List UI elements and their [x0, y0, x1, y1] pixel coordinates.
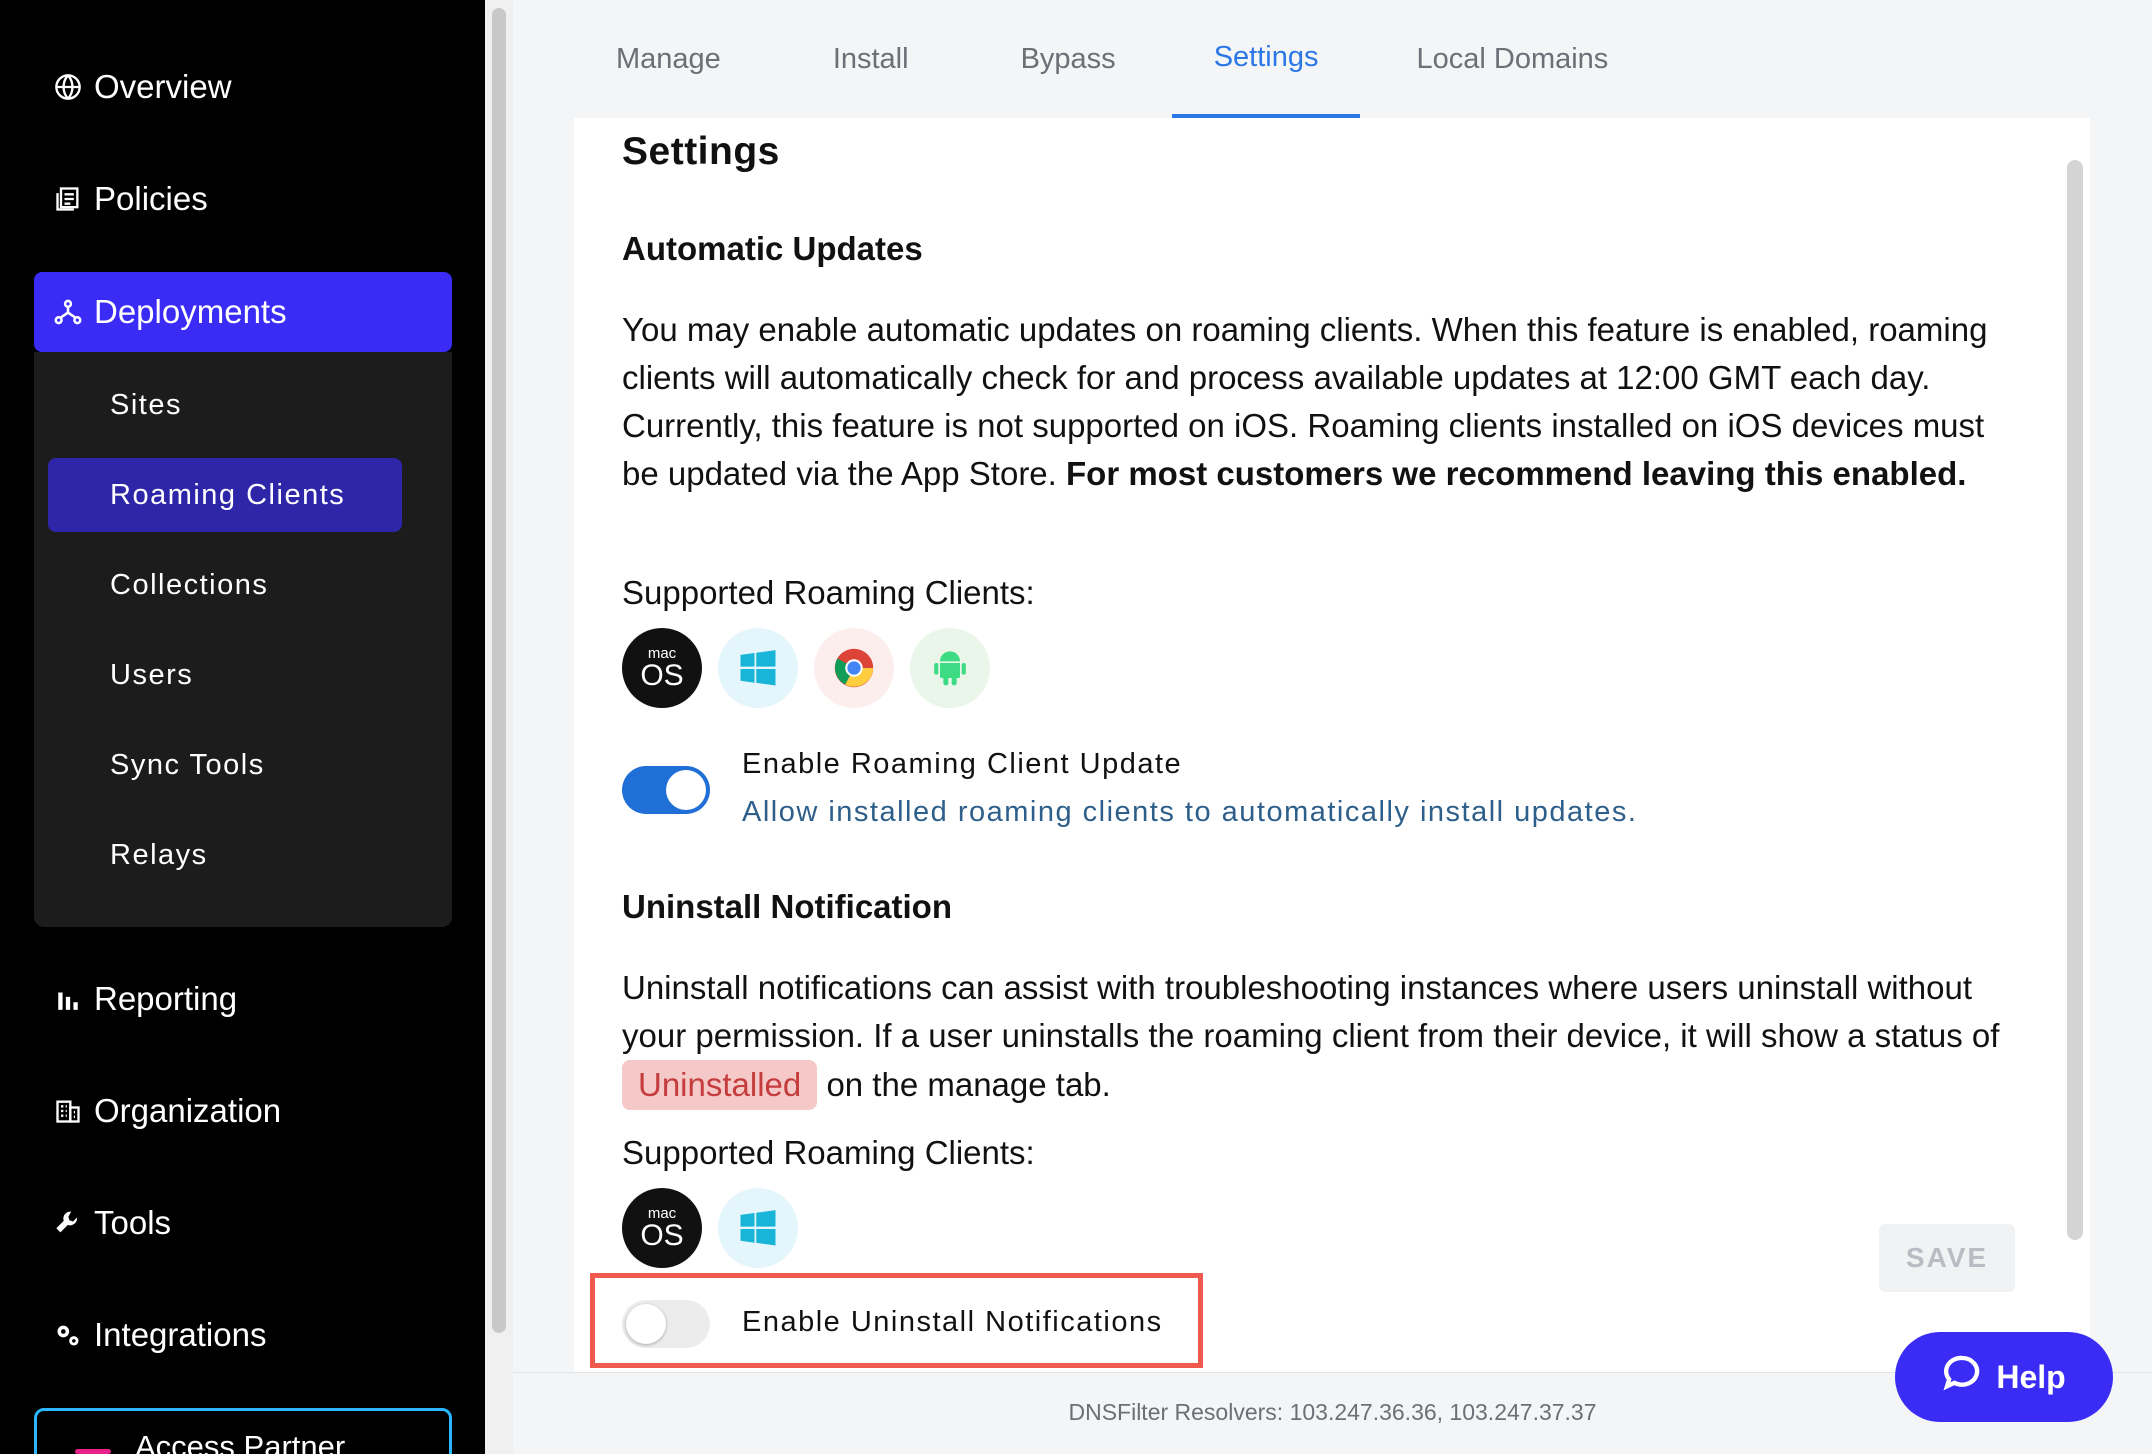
sidebar-scrollbar[interactable] — [485, 0, 513, 1454]
sidebar-scroll-thumb[interactable] — [492, 8, 506, 1333]
tab-manage[interactable]: Manage — [560, 0, 777, 118]
auto-updates-description: You may enable automatic updates on roam… — [622, 306, 2002, 498]
tab-label: Manage — [616, 42, 721, 75]
tab-label: Install — [832, 42, 909, 75]
wrench-icon — [52, 1207, 84, 1239]
uninstall-supported-icons: mac OS — [622, 1188, 798, 1268]
tab-settings[interactable]: Settings — [1171, 0, 1361, 118]
main-scrollbar[interactable] — [2067, 160, 2083, 1240]
tab-install[interactable]: Install — [777, 0, 965, 118]
globe-icon — [52, 71, 84, 103]
supported-clients-label: Supported Roaming Clients: — [622, 574, 1035, 611]
nav-label: Reporting — [94, 980, 238, 1017]
sub-item-roaming-clients[interactable]: Roaming Clients — [48, 458, 402, 532]
building-icon — [52, 1095, 84, 1127]
sub-item-sites[interactable]: Sites — [48, 368, 402, 442]
macos-icon-bottom: OS — [640, 658, 684, 692]
page-title: Settings — [622, 130, 780, 173]
nav-label: Overview — [94, 68, 232, 105]
roaming-update-title: Enable Roaming Client Update — [742, 748, 1183, 780]
nav-label: Deployments — [94, 293, 287, 330]
windows-icon — [718, 628, 798, 708]
toggle-knob — [666, 770, 706, 810]
sub-item-label: Sync Tools — [110, 748, 265, 781]
nav-policies[interactable]: Policies — [34, 159, 452, 239]
sub-item-label: Relays — [110, 838, 208, 871]
access-partner-button[interactable]: Access Partner — [34, 1408, 452, 1454]
tab-bypass[interactable]: Bypass — [965, 0, 1172, 118]
uninstall-text-after: on the manage tab. — [826, 1066, 1111, 1103]
save-button[interactable]: SAVE — [1879, 1224, 2015, 1292]
settings-card: Settings Automatic Updates You may enabl… — [574, 118, 2090, 1373]
help-label: Help — [1996, 1358, 2066, 1395]
nav-integrations[interactable]: Integrations — [34, 1295, 452, 1375]
macos-icon-bottom: OS — [640, 1218, 684, 1252]
roaming-update-description: Allow installed roaming clients to autom… — [742, 796, 1638, 828]
nav-organization[interactable]: Organization — [34, 1071, 452, 1151]
sub-item-users[interactable]: Users — [48, 638, 402, 712]
uninstalled-badge: Uninstalled — [622, 1060, 818, 1110]
auto-updates-heading: Automatic Updates — [622, 230, 923, 267]
sub-item-label: Roaming Clients — [110, 478, 346, 511]
chat-bubble-icon — [1942, 1353, 1982, 1401]
tab-label: Local Domains — [1416, 42, 1609, 75]
help-button[interactable]: Help — [1895, 1332, 2113, 1422]
sub-item-label: Sites — [110, 388, 182, 421]
supported-clients-label: Supported Roaming Clients: — [622, 1134, 1035, 1171]
nav-reporting[interactable]: Reporting — [34, 959, 452, 1039]
nav-label: Organization — [94, 1092, 282, 1129]
nav-tools[interactable]: Tools — [34, 1183, 452, 1263]
nav-label: Policies — [94, 180, 208, 217]
tab-bar: Manage Install Bypass Settings Local Dom… — [560, 0, 1664, 120]
sub-item-label: Collections — [110, 568, 269, 601]
sub-item-relays[interactable]: Relays — [48, 818, 402, 892]
tab-label: Settings — [1213, 40, 1319, 73]
bar-chart-icon — [52, 983, 84, 1015]
minus-icon — [75, 1449, 111, 1454]
nav-label: Integrations — [94, 1316, 267, 1353]
roaming-update-toggle[interactable] — [622, 766, 710, 814]
sidebar: Overview Policies Deployments Sites Roam… — [0, 0, 485, 1454]
uninstall-heading: Uninstall Notification — [622, 888, 952, 925]
nav-deployments[interactable]: Deployments — [34, 272, 452, 352]
highlight-box — [590, 1273, 1203, 1368]
partner-label: Access Partner — [135, 1429, 346, 1454]
uninstall-text-before: Uninstall notifications can assist with … — [622, 969, 2000, 1054]
gears-icon — [52, 1319, 84, 1351]
document-icon — [52, 183, 84, 215]
sub-item-sync-tools[interactable]: Sync Tools — [48, 728, 402, 802]
supported-clients-icons: mac OS — [622, 628, 990, 708]
macos-icon: mac OS — [622, 628, 702, 708]
macos-icon: mac OS — [622, 1188, 702, 1268]
network-icon — [52, 296, 84, 328]
nav-overview[interactable]: Overview — [34, 47, 452, 127]
sub-item-collections[interactable]: Collections — [48, 548, 402, 622]
tab-label: Bypass — [1020, 42, 1116, 75]
deployments-subnav: Sites Roaming Clients Collections Users … — [34, 352, 452, 927]
android-icon — [910, 628, 990, 708]
sub-item-label: Users — [110, 658, 194, 691]
windows-icon — [718, 1188, 798, 1268]
chrome-icon — [814, 628, 894, 708]
nav-label: Tools — [94, 1204, 172, 1241]
tab-local-domains[interactable]: Local Domains — [1360, 0, 1664, 118]
auto-updates-recommend: For most customers we recommend leaving … — [1066, 455, 1967, 492]
uninstall-description: Uninstall notifications can assist with … — [622, 964, 2002, 1110]
